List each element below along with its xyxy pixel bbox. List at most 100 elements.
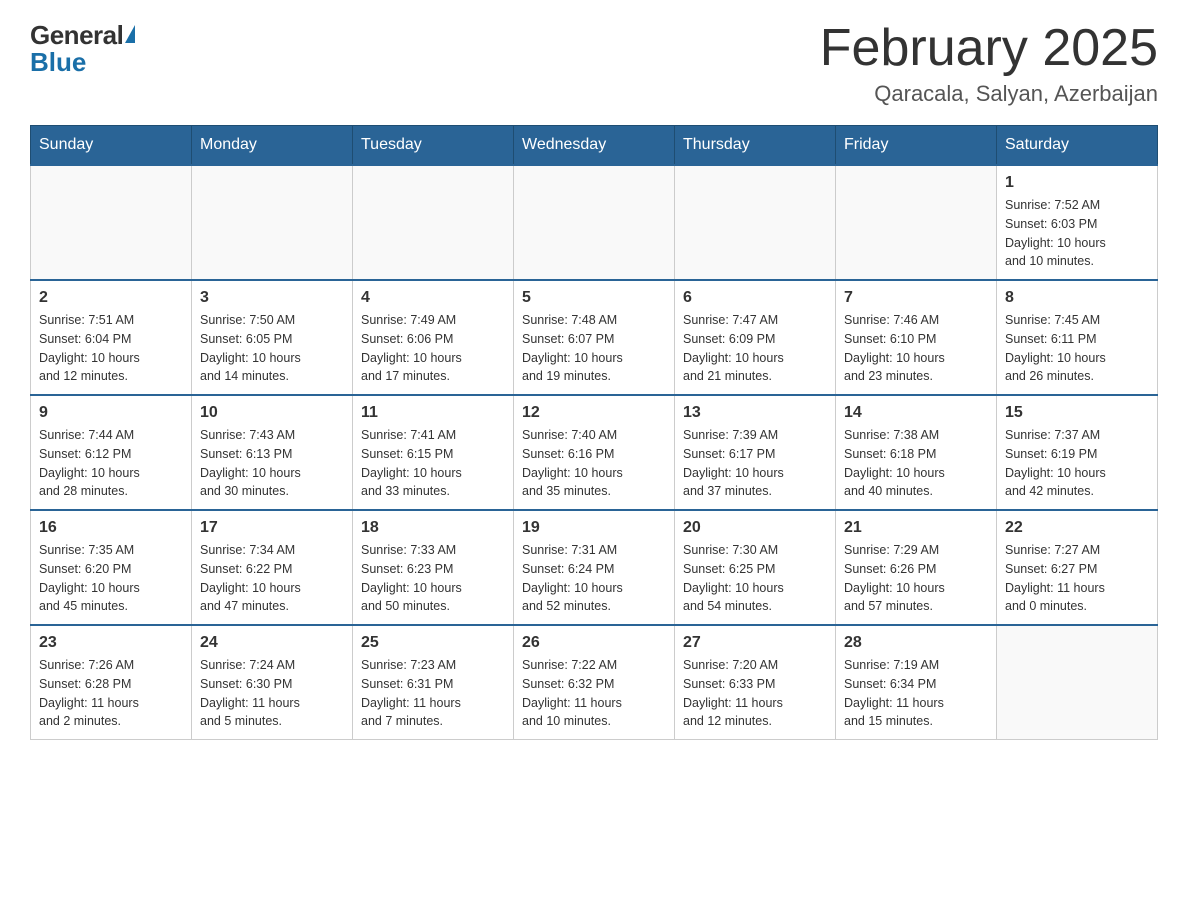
day-info: Sunrise: 7:40 AMSunset: 6:16 PMDaylight:…: [522, 426, 666, 501]
calendar-cell: 15 Sunrise: 7:37 AMSunset: 6:19 PMDayligh…: [997, 395, 1158, 510]
day-number: 28: [844, 634, 988, 652]
day-info: Sunrise: 7:48 AMSunset: 6:07 PMDaylight:…: [522, 311, 666, 386]
logo: General Blue: [30, 20, 135, 78]
day-info: Sunrise: 7:46 AMSunset: 6:10 PMDaylight:…: [844, 311, 988, 386]
day-info: Sunrise: 7:39 AMSunset: 6:17 PMDaylight:…: [683, 426, 827, 501]
calendar-cell: 18 Sunrise: 7:33 AMSunset: 6:23 PMDayligh…: [353, 510, 514, 625]
day-number: 14: [844, 404, 988, 422]
calendar-cell: 10 Sunrise: 7:43 AMSunset: 6:13 PMDayligh…: [192, 395, 353, 510]
week-row-5: 23Sunrise: 7:26 AMSunset: 6:28 PMDayligh…: [31, 625, 1158, 740]
day-info: Sunrise: 7:50 AMSunset: 6:05 PMDaylight:…: [200, 311, 344, 386]
calendar-cell: 21Sunrise: 7:29 AMSunset: 6:26 PMDayligh…: [836, 510, 997, 625]
day-info: Sunrise: 7:23 AMSunset: 6:31 PMDaylight:…: [361, 656, 505, 731]
day-number: 11: [361, 404, 505, 422]
day-number: 25: [361, 634, 505, 652]
day-number: 2: [39, 289, 183, 307]
day-number: 16: [39, 519, 183, 537]
calendar-cell: 14 Sunrise: 7:38 AMSunset: 6:18 PMDayligh…: [836, 395, 997, 510]
day-info: Sunrise: 7:35 AMSunset: 6:20 PMDaylight:…: [39, 541, 183, 616]
logo-triangle-icon: [125, 25, 135, 43]
weekday-header-thursday: Thursday: [675, 126, 836, 166]
weekday-header-saturday: Saturday: [997, 126, 1158, 166]
day-number: 27: [683, 634, 827, 652]
weekday-header-wednesday: Wednesday: [514, 126, 675, 166]
calendar-cell: 27 Sunrise: 7:20 AMSunset: 6:33 PMDayligh…: [675, 625, 836, 740]
title-area: February 2025 Qaracala, Salyan, Azerbaij…: [820, 20, 1158, 107]
day-info: Sunrise: 7:24 AMSunset: 6:30 PMDaylight:…: [200, 656, 344, 731]
calendar-cell: 2Sunrise: 7:51 AMSunset: 6:04 PMDaylight…: [31, 280, 192, 395]
day-number: 22: [1005, 519, 1149, 537]
logo-blue-text: Blue: [30, 47, 86, 78]
calendar-cell: 20 Sunrise: 7:30 AMSunset: 6:25 PMDayligh…: [675, 510, 836, 625]
calendar-cell: 19Sunrise: 7:31 AMSunset: 6:24 PMDayligh…: [514, 510, 675, 625]
calendar-cell: 12 Sunrise: 7:40 AMSunset: 6:16 PMDayligh…: [514, 395, 675, 510]
day-info: Sunrise: 7:45 AMSunset: 6:11 PMDaylight:…: [1005, 311, 1149, 386]
day-number: 7: [844, 289, 988, 307]
day-info: Sunrise: 7:27 AMSunset: 6:27 PMDaylight:…: [1005, 541, 1149, 616]
day-number: 1: [1005, 174, 1149, 192]
calendar-cell: [31, 165, 192, 280]
day-info: Sunrise: 7:52 AMSunset: 6:03 PMDaylight:…: [1005, 196, 1149, 271]
calendar-cell: [192, 165, 353, 280]
day-info: Sunrise: 7:47 AMSunset: 6:09 PMDaylight:…: [683, 311, 827, 386]
calendar-cell: 16 Sunrise: 7:35 AMSunset: 6:20 PMDayligh…: [31, 510, 192, 625]
day-info: Sunrise: 7:30 AMSunset: 6:25 PMDaylight:…: [683, 541, 827, 616]
day-number: 4: [361, 289, 505, 307]
day-number: 8: [1005, 289, 1149, 307]
day-info: Sunrise: 7:43 AMSunset: 6:13 PMDaylight:…: [200, 426, 344, 501]
weekday-header-monday: Monday: [192, 126, 353, 166]
day-info: Sunrise: 7:31 AMSunset: 6:24 PMDaylight:…: [522, 541, 666, 616]
calendar-cell: 9Sunrise: 7:44 AMSunset: 6:12 PMDaylight…: [31, 395, 192, 510]
day-number: 18: [361, 519, 505, 537]
calendar-cell: 5 Sunrise: 7:48 AMSunset: 6:07 PMDaylight…: [514, 280, 675, 395]
weekday-header-sunday: Sunday: [31, 126, 192, 166]
day-number: 5: [522, 289, 666, 307]
day-number: 26: [522, 634, 666, 652]
day-info: Sunrise: 7:49 AMSunset: 6:06 PMDaylight:…: [361, 311, 505, 386]
calendar-title: February 2025: [820, 20, 1158, 77]
day-number: 17: [200, 519, 344, 537]
day-info: Sunrise: 7:19 AMSunset: 6:34 PMDaylight:…: [844, 656, 988, 731]
day-number: 10: [200, 404, 344, 422]
day-info: Sunrise: 7:20 AMSunset: 6:33 PMDaylight:…: [683, 656, 827, 731]
day-number: 23: [39, 634, 183, 652]
week-row-4: 16 Sunrise: 7:35 AMSunset: 6:20 PMDayligh…: [31, 510, 1158, 625]
calendar-cell: [353, 165, 514, 280]
day-info: Sunrise: 7:41 AMSunset: 6:15 PMDaylight:…: [361, 426, 505, 501]
day-number: 6: [683, 289, 827, 307]
day-number: 12: [522, 404, 666, 422]
calendar-cell: 11 Sunrise: 7:41 AMSunset: 6:15 PMDayligh…: [353, 395, 514, 510]
calendar-cell: [997, 625, 1158, 740]
day-number: 9: [39, 404, 183, 422]
calendar-cell: [675, 165, 836, 280]
page-header: General Blue February 2025 Qaracala, Sal…: [30, 20, 1158, 107]
day-info: Sunrise: 7:33 AMSunset: 6:23 PMDaylight:…: [361, 541, 505, 616]
calendar-cell: [514, 165, 675, 280]
day-info: Sunrise: 7:37 AMSunset: 6:19 PMDaylight:…: [1005, 426, 1149, 501]
calendar-cell: 26 Sunrise: 7:22 AMSunset: 6:32 PMDayligh…: [514, 625, 675, 740]
day-info: Sunrise: 7:22 AMSunset: 6:32 PMDaylight:…: [522, 656, 666, 731]
weekday-header-tuesday: Tuesday: [353, 126, 514, 166]
calendar-cell: [836, 165, 997, 280]
calendar-cell: 3 Sunrise: 7:50 AMSunset: 6:05 PMDaylight…: [192, 280, 353, 395]
day-number: 3: [200, 289, 344, 307]
calendar-cell: 28 Sunrise: 7:19 AMSunset: 6:34 PMDayligh…: [836, 625, 997, 740]
weekday-header-row: SundayMondayTuesdayWednesdayThursdayFrid…: [31, 126, 1158, 166]
week-row-3: 9Sunrise: 7:44 AMSunset: 6:12 PMDaylight…: [31, 395, 1158, 510]
day-number: 24: [200, 634, 344, 652]
calendar-cell: 17 Sunrise: 7:34 AMSunset: 6:22 PMDayligh…: [192, 510, 353, 625]
calendar-subtitle: Qaracala, Salyan, Azerbaijan: [820, 81, 1158, 107]
calendar-cell: 1 Sunrise: 7:52 AMSunset: 6:03 PMDaylight…: [997, 165, 1158, 280]
weekday-header-friday: Friday: [836, 126, 997, 166]
day-info: Sunrise: 7:34 AMSunset: 6:22 PMDaylight:…: [200, 541, 344, 616]
calendar-cell: 23Sunrise: 7:26 AMSunset: 6:28 PMDayligh…: [31, 625, 192, 740]
calendar-cell: 24 Sunrise: 7:24 AMSunset: 6:30 PMDayligh…: [192, 625, 353, 740]
day-number: 13: [683, 404, 827, 422]
day-info: Sunrise: 7:29 AMSunset: 6:26 PMDaylight:…: [844, 541, 988, 616]
calendar-cell: 4 Sunrise: 7:49 AMSunset: 6:06 PMDaylight…: [353, 280, 514, 395]
day-number: 20: [683, 519, 827, 537]
week-row-1: 1 Sunrise: 7:52 AMSunset: 6:03 PMDaylight…: [31, 165, 1158, 280]
day-info: Sunrise: 7:38 AMSunset: 6:18 PMDaylight:…: [844, 426, 988, 501]
calendar-cell: 25 Sunrise: 7:23 AMSunset: 6:31 PMDayligh…: [353, 625, 514, 740]
day-number: 15: [1005, 404, 1149, 422]
